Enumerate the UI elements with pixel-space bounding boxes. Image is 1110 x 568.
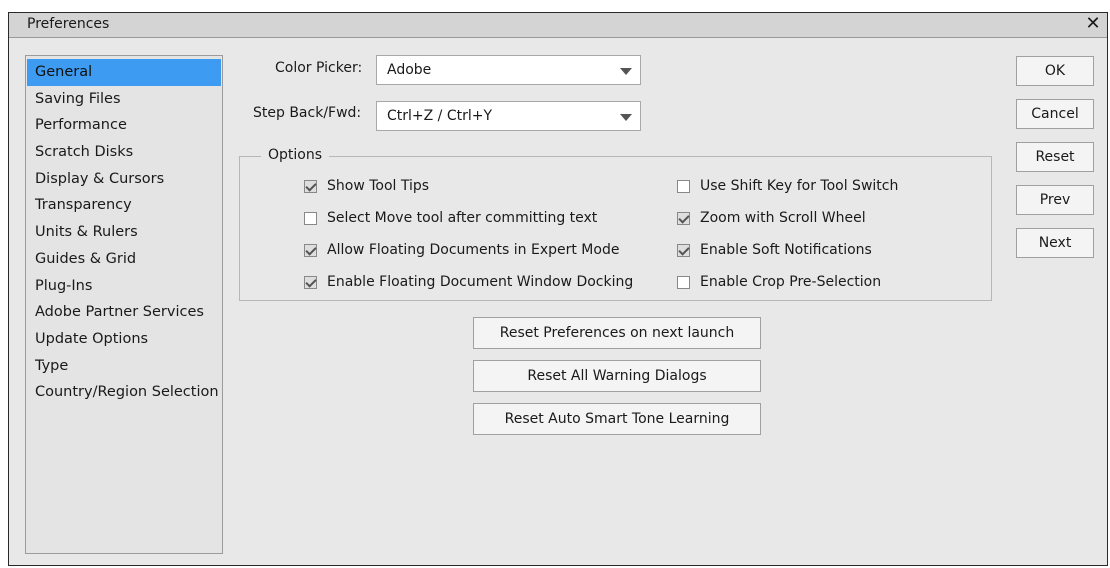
enable-crop-preselection-checkbox[interactable]: Enable Crop Pre-Selection xyxy=(677,274,881,290)
sidebar-item-scratch-disks[interactable]: Scratch Disks xyxy=(27,139,221,166)
ok-button[interactable]: OK xyxy=(1016,56,1094,86)
use-shift-key-label: Use Shift Key for Tool Switch xyxy=(700,178,899,194)
use-shift-key-checkbox[interactable]: Use Shift Key for Tool Switch xyxy=(677,178,898,194)
color-picker-select[interactable]: Adobe xyxy=(376,55,641,85)
title-bar: Preferences ✕ xyxy=(9,13,1107,38)
enable-soft-notifications-label: Enable Soft Notifications xyxy=(700,242,872,258)
sidebar-item-units-rulers[interactable]: Units & Rulers xyxy=(27,219,221,246)
checkbox-icon xyxy=(304,243,317,257)
close-icon[interactable]: ✕ xyxy=(1083,13,1103,35)
options-legend: Options xyxy=(261,147,330,163)
reset-button[interactable]: Reset xyxy=(1016,142,1094,172)
window-title: Preferences xyxy=(27,16,110,32)
checkbox-icon xyxy=(677,243,690,257)
checkbox-icon xyxy=(304,211,317,225)
reset-preferences-button[interactable]: Reset Preferences on next launch xyxy=(473,317,761,349)
checkbox-icon xyxy=(304,275,317,289)
allow-floating-docs-checkbox[interactable]: Allow Floating Documents in Expert Mode xyxy=(304,242,619,258)
select-move-tool-label: Select Move tool after committing text xyxy=(327,210,598,226)
chevron-down-icon xyxy=(620,68,632,75)
zoom-scroll-wheel-checkbox[interactable]: Zoom with Scroll Wheel xyxy=(677,210,866,226)
show-tool-tips-checkbox[interactable]: Show Tool Tips xyxy=(304,178,429,194)
sidebar-item-plug-ins[interactable]: Plug-Ins xyxy=(27,273,221,300)
allow-floating-docs-label: Allow Floating Documents in Expert Mode xyxy=(327,242,620,258)
sidebar-item-general[interactable]: General xyxy=(27,59,221,86)
sidebar-item-saving-files[interactable]: Saving Files xyxy=(27,86,221,113)
preferences-dialog: Preferences ✕ General Saving Files Perform… xyxy=(8,12,1108,566)
color-picker-label: Color Picker: xyxy=(275,60,363,76)
reset-warning-dialogs-button[interactable]: Reset All Warning Dialogs xyxy=(473,360,761,392)
sidebar-item-performance[interactable]: Performance xyxy=(27,112,221,139)
checkbox-icon xyxy=(677,275,690,289)
sidebar-item-type[interactable]: Type xyxy=(27,353,221,380)
step-back-value: Ctrl+Z / Ctrl+Y xyxy=(387,108,493,124)
zoom-scroll-wheel-label: Zoom with Scroll Wheel xyxy=(700,210,866,226)
cancel-button[interactable]: Cancel xyxy=(1016,99,1094,129)
sidebar-item-adobe-partner-services[interactable]: Adobe Partner Services xyxy=(27,299,221,326)
enable-soft-notifications-checkbox[interactable]: Enable Soft Notifications xyxy=(677,242,872,258)
sidebar-item-update-options[interactable]: Update Options xyxy=(27,326,221,353)
sidebar-item-display-cursors[interactable]: Display & Cursors xyxy=(27,166,221,193)
next-button[interactable]: Next xyxy=(1016,228,1094,258)
reset-smart-tone-button[interactable]: Reset Auto Smart Tone Learning xyxy=(473,403,761,435)
enable-floating-docking-checkbox[interactable]: Enable Floating Document Window Docking xyxy=(304,274,633,290)
sidebar-item-transparency[interactable]: Transparency xyxy=(27,192,221,219)
enable-crop-preselection-label: Enable Crop Pre-Selection xyxy=(700,274,882,290)
select-move-tool-checkbox[interactable]: Select Move tool after committing text xyxy=(304,210,597,226)
color-picker-value: Adobe xyxy=(387,62,432,78)
checkbox-icon xyxy=(677,211,690,225)
checkbox-icon xyxy=(304,179,317,193)
enable-floating-docking-label: Enable Floating Document Window Docking xyxy=(327,274,634,290)
chevron-down-icon xyxy=(620,114,632,121)
category-list: General Saving Files Performance Scratch Di… xyxy=(25,55,223,554)
sidebar-item-country-region-selection[interactable]: Country/Region Selection xyxy=(27,379,221,406)
show-tool-tips-label: Show Tool Tips xyxy=(327,178,430,194)
prev-button[interactable]: Prev xyxy=(1016,185,1094,215)
checkbox-icon xyxy=(677,179,690,193)
sidebar-item-guides-grid[interactable]: Guides & Grid xyxy=(27,246,221,273)
step-back-label: Step Back/Fwd: xyxy=(253,105,362,121)
step-back-select[interactable]: Ctrl+Z / Ctrl+Y xyxy=(376,101,641,131)
